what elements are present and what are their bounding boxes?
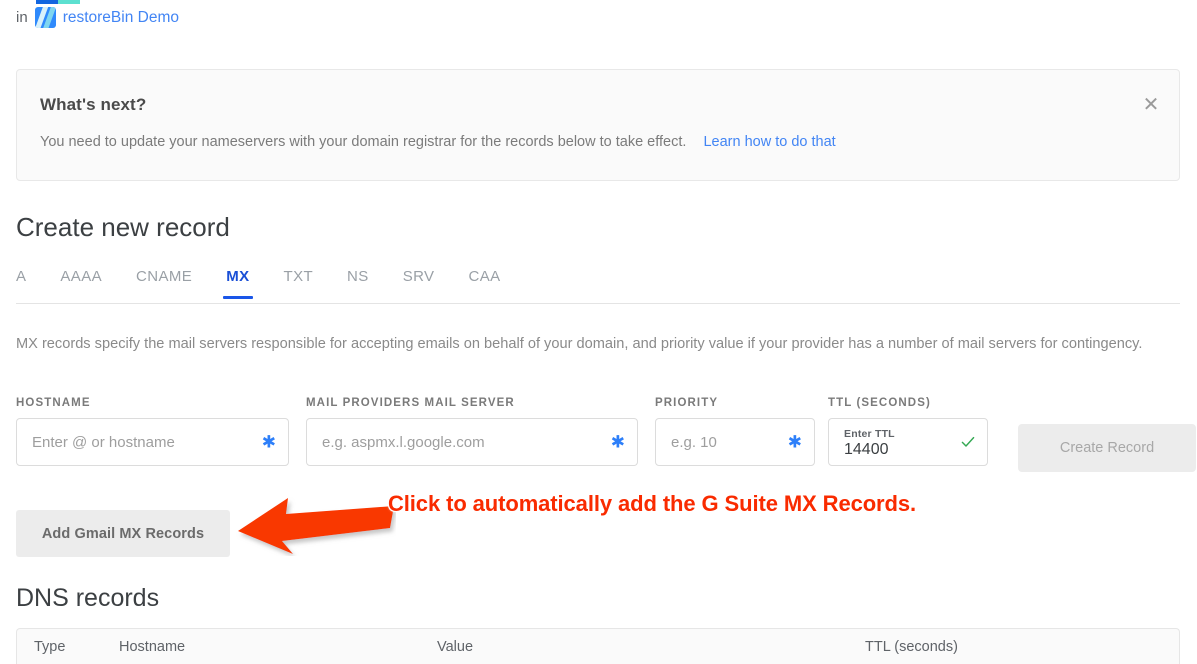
tab-aaaa[interactable]: AAAA [60,268,102,298]
column-header-type: Type [34,638,66,655]
whats-next-banner: What's next? You need to update your nam… [16,69,1180,181]
required-asterisk-icon: ✱ [787,432,802,452]
close-icon[interactable]: ✕ [1140,94,1162,116]
page-title: Create new record [16,212,230,242]
priority-label: PRIORITY [655,397,719,409]
hostname-input[interactable]: Enter @ or hostname ✱ [16,418,289,466]
column-header-value: Value [437,638,474,655]
dns-management-page: in restoreBin Demo What's next? You need… [0,0,1197,664]
record-type-tabs: A AAAA CNAME MX TXT NS SRV CAA [16,268,1180,304]
banner-learn-more-link[interactable]: Learn how to do that [703,134,835,150]
ttl-input[interactable]: Enter TTL 14400 [828,418,988,466]
hostname-placeholder: Enter @ or hostname [32,433,175,451]
restorebin-logo-icon [34,7,56,28]
add-gmail-mx-records-button[interactable]: Add Gmail MX Records [16,510,230,557]
ttl-floating-label: Enter TTL [844,427,895,440]
required-asterisk-icon: ✱ [261,432,276,452]
checkmark-icon [961,436,975,447]
priority-input[interactable]: e.g. 10 ✱ [655,418,815,466]
ttl-value: 14400 [844,440,889,458]
tab-txt[interactable]: TXT [284,268,314,298]
banner-body: You need to update your nameservers with… [40,134,836,150]
ttl-label: TTL (SECONDS) [828,397,931,409]
banner-title: What's next? [40,95,147,114]
annotation-text: Click to automatically add the G Suite M… [388,491,917,517]
create-record-button[interactable]: Create Record [1018,424,1196,472]
priority-placeholder: e.g. 10 [671,433,717,451]
breadcrumb-site-link[interactable]: restoreBin Demo [63,9,179,27]
tab-a[interactable]: A [16,268,26,298]
tab-caa[interactable]: CAA [468,268,500,298]
loader-segment-blue [36,0,58,4]
column-header-ttl: TTL (seconds) [865,638,958,655]
tab-srv[interactable]: SRV [403,268,435,298]
breadcrumb: in restoreBin Demo [16,7,179,28]
table-header-row: Type Hostname Value TTL (seconds) [17,629,1179,664]
tab-cname[interactable]: CNAME [136,268,192,298]
priority-field-group: PRIORITY e.g. 10 ✱ [655,397,815,466]
dns-records-heading: DNS records [16,584,160,612]
dns-records-table: Type Hostname Value TTL (seconds) [16,628,1180,664]
banner-body-text: You need to update your nameservers with… [40,134,687,150]
mail-server-label: MAIL PROVIDERS MAIL SERVER [306,397,515,409]
tab-mx[interactable]: MX [223,268,253,299]
hostname-field-group: HOSTNAME Enter @ or hostname ✱ [16,397,289,466]
mail-server-input[interactable]: e.g. aspmx.l.google.com ✱ [306,418,638,466]
mail-server-field-group: MAIL PROVIDERS MAIL SERVER e.g. aspmx.l.… [306,397,638,466]
tab-ns[interactable]: NS [347,268,369,298]
left-arrow-annotation-icon [238,498,394,554]
required-asterisk-icon: ✱ [610,432,625,452]
hostname-label: HOSTNAME [16,397,91,409]
loader-segment-teal [58,0,80,4]
column-header-hostname: Hostname [119,638,186,655]
record-type-description: MX records specify the mail servers resp… [16,336,1143,352]
breadcrumb-prefix: in [16,9,28,26]
page-loading-indicator [36,0,80,4]
mail-server-placeholder: e.g. aspmx.l.google.com [322,433,485,451]
ttl-field-group: TTL (SECONDS) Enter TTL 14400 [828,397,988,466]
